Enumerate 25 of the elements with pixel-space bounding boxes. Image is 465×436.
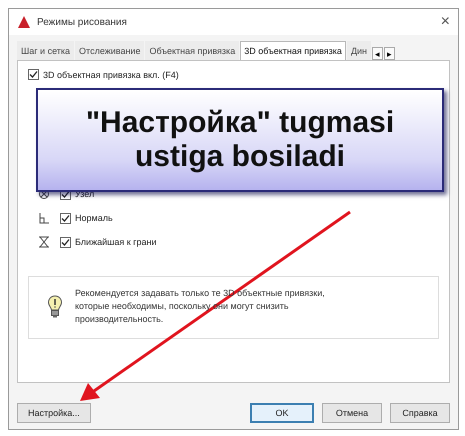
- checkbox-label: 3D объектная привязка вкл. (F4): [43, 70, 179, 80]
- callout-text: "Настройка" tugmasi: [86, 106, 394, 140]
- app-logo-icon: [17, 15, 31, 29]
- checkbox[interactable]: [28, 69, 39, 80]
- dialog-button[interactable]: OK: [250, 403, 314, 423]
- tab[interactable]: 3D объектная привязка: [240, 41, 346, 60]
- tab[interactable]: Отслеживание: [75, 41, 144, 60]
- lightbulb-icon: [47, 294, 63, 318]
- tab[interactable]: Объектная привязка: [145, 41, 240, 60]
- hourglass-icon: [38, 236, 50, 248]
- window-title: Режимы рисования: [37, 16, 128, 28]
- checkbox-label: Нормаль: [75, 213, 113, 223]
- perpendicular-icon: [38, 212, 50, 224]
- checkbox-label: Ближайшая к грани: [75, 237, 156, 247]
- tab[interactable]: Дин: [346, 41, 372, 60]
- checkbox[interactable]: [60, 212, 71, 224]
- dialog-button[interactable]: Справка: [390, 403, 450, 423]
- close-button[interactable]: ×: [440, 13, 450, 31]
- tab-scroll-button[interactable]: ◂: [372, 47, 384, 60]
- dialog-button[interactable]: Отмена: [322, 403, 382, 423]
- callout-text: ustiga bosiladi: [134, 140, 346, 174]
- tab-scroll-button[interactable]: ▸: [384, 47, 396, 60]
- tab[interactable]: Шаг и сетка: [17, 41, 74, 60]
- dialog-button[interactable]: Настройка...: [17, 403, 91, 423]
- checkbox[interactable]: [60, 236, 71, 248]
